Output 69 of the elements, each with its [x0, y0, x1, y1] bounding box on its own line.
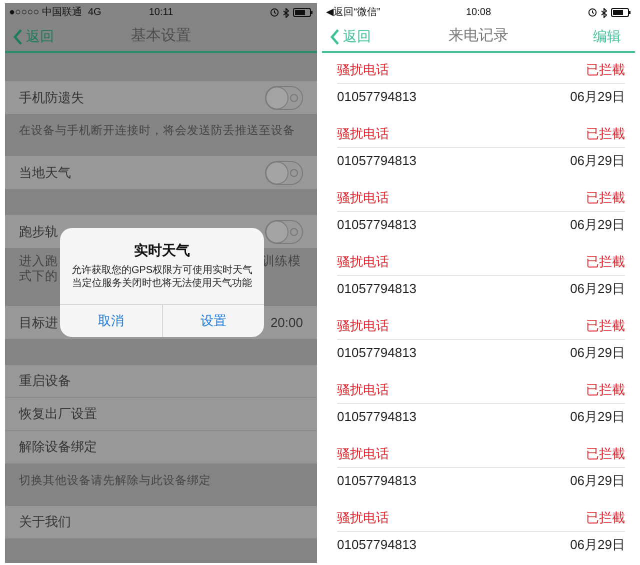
phone-number: 01057794813 — [337, 409, 417, 425]
setting-label: 跑步轨 — [19, 222, 58, 241]
call-date: 06月29日 — [570, 281, 625, 297]
call-tag: 骚扰电话 — [337, 446, 389, 462]
status-time: 10:11 — [148, 6, 174, 20]
call-tag: 骚扰电话 — [337, 190, 389, 206]
toggle-switch[interactable] — [265, 220, 303, 244]
alarm-icon — [270, 8, 279, 17]
call-tag: 骚扰电话 — [337, 382, 389, 398]
call-date: 06月29日 — [570, 89, 625, 105]
call-status: 已拦截 — [586, 62, 625, 78]
toggle-switch[interactable] — [265, 160, 303, 184]
setting-value: 20:00 — [270, 314, 303, 332]
phone-number: 01057794813 — [337, 345, 417, 361]
call-tag: 骚扰电话 — [337, 510, 389, 526]
setting-label: 手机防遗失 — [19, 88, 84, 107]
call-date: 06月29日 — [570, 473, 625, 489]
back-icon — [330, 28, 340, 44]
call-date: 06月29日 — [570, 153, 625, 169]
setting-label: 当地天气 — [19, 164, 71, 182]
bluetooth-icon — [601, 8, 607, 18]
dialog-button[interactable]: 取消 — [60, 305, 162, 337]
battery-icon — [293, 8, 313, 17]
phone-number: 01057794813 — [337, 89, 417, 105]
phone-number: 01057794813 — [337, 153, 417, 169]
call-tag: 骚扰电话 — [337, 254, 389, 270]
call-tag: 骚扰电话 — [337, 318, 389, 334]
call-status: 已拦截 — [586, 382, 625, 398]
call-status: 已拦截 — [586, 510, 625, 526]
dialog-message: 允许获取您的GPS权限方可使用实时天气 当定位服务关闭时也将无法使用天气功能 — [70, 264, 254, 291]
network-label: 4G — [88, 7, 102, 18]
call-date: 06月29日 — [570, 345, 625, 361]
dialog-button[interactable]: 设置 — [162, 305, 264, 337]
call-date: 06月29日 — [570, 217, 625, 233]
settings-item[interactable]: 重启设备 — [5, 365, 317, 398]
call-tag: 骚扰电话 — [337, 62, 389, 78]
dialog-title: 实时天气 — [133, 241, 191, 260]
back-to-app-link[interactable]: ◀返回“微信” — [326, 5, 380, 20]
setting-description: 进入跑 式下的 — [19, 254, 58, 285]
phone-number: 01057794813 — [337, 537, 417, 553]
setting-description: 切换其他设备请先解除与此设备绑定 — [18, 474, 212, 489]
page-title: 基本设置 — [130, 26, 192, 46]
call-status: 已拦截 — [586, 190, 625, 206]
bluetooth-icon — [283, 8, 289, 18]
call-status: 已拦截 — [586, 254, 625, 270]
back-icon — [13, 28, 23, 44]
call-status: 已拦截 — [586, 126, 625, 142]
settings-item[interactable]: 解除设备绑定 — [5, 431, 317, 464]
status-time: 10:08 — [466, 6, 492, 20]
back-button[interactable]: 返回 — [322, 25, 377, 48]
settings-item[interactable]: 恢复出厂设置 — [5, 398, 317, 431]
call-date: 06月29日 — [570, 409, 625, 425]
phone-number: 01057794813 — [337, 281, 417, 297]
call-date: 06月29日 — [570, 537, 625, 553]
settings-item[interactable]: 关于我们 — [5, 506, 317, 539]
page-title: 来电记录 — [448, 26, 510, 46]
phone-number: 01057794813 — [337, 217, 417, 233]
call-status: 已拦截 — [586, 446, 625, 462]
edit-button[interactable]: 编辑 — [587, 25, 635, 48]
battery-icon — [611, 8, 631, 17]
carrier-label: ●○○○○ 中国联通 — [9, 7, 82, 18]
alarm-icon — [588, 8, 597, 17]
call-status: 已拦截 — [586, 318, 625, 334]
call-tag: 骚扰电话 — [337, 126, 389, 142]
setting-description: 在设备与手机断开连接时，将会发送防丢推送至设备 — [18, 123, 296, 139]
toggle-switch[interactable] — [265, 86, 303, 110]
setting-label: 目标进 — [19, 314, 58, 332]
setting-description: 训练模 — [262, 254, 301, 270]
phone-number: 01057794813 — [337, 473, 417, 489]
